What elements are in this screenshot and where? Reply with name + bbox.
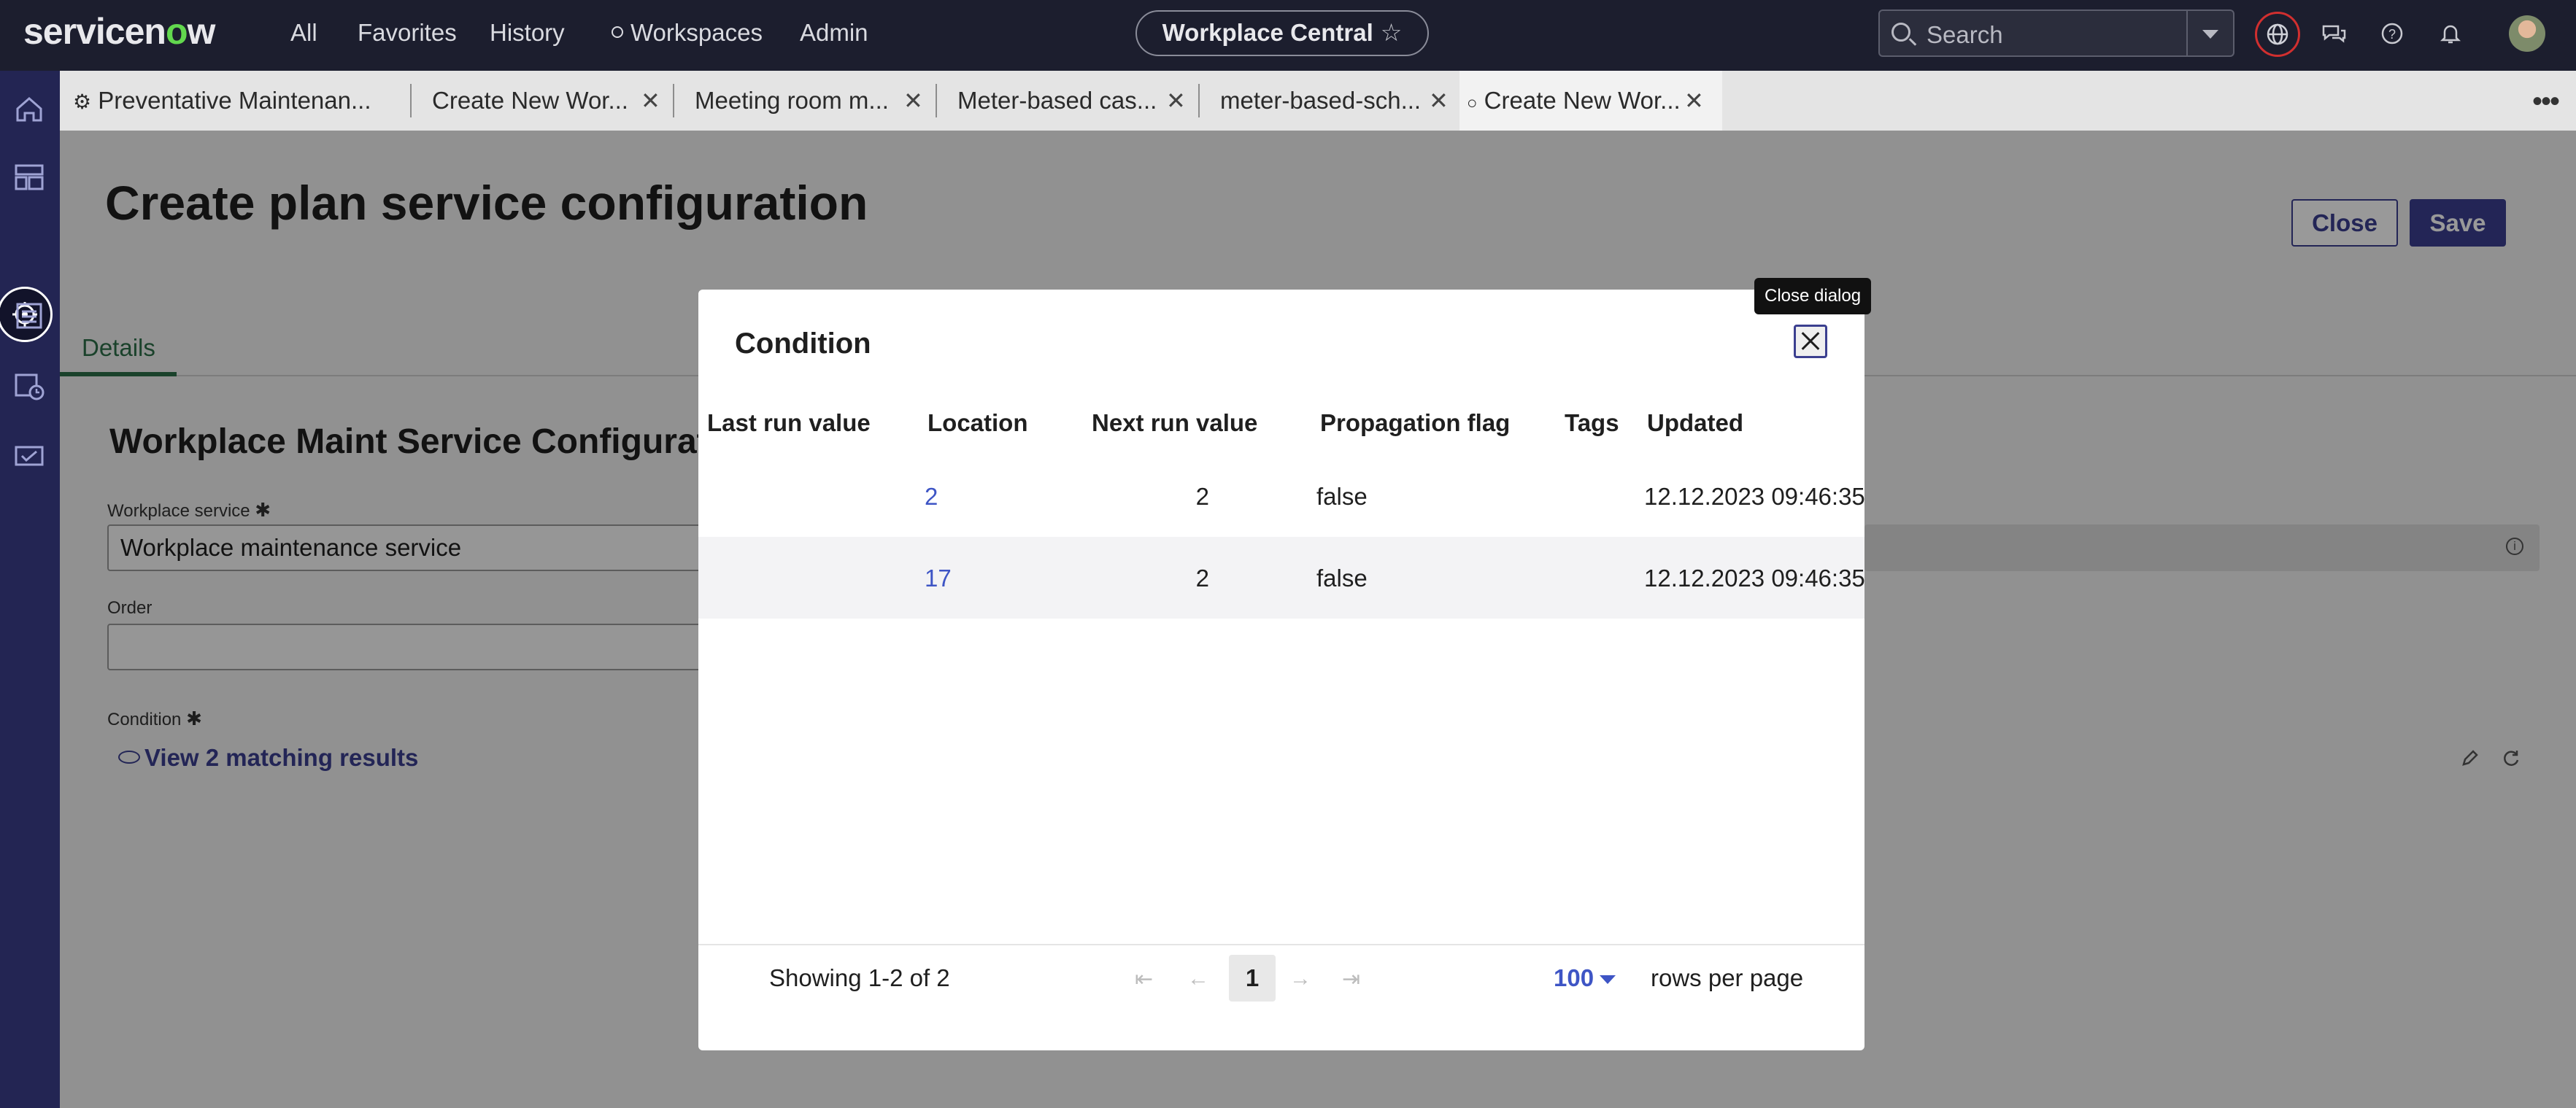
close-icon[interactable]: ✕ — [1429, 71, 1449, 131]
col-header-propagation-flag[interactable]: Propagation flag — [1320, 409, 1510, 437]
tab-meeting-room[interactable]: Meeting room m... ✕ — [695, 71, 943, 131]
first-page-icon[interactable]: ⇤ — [1135, 966, 1153, 992]
col-header-last-run-value[interactable]: Last run value — [707, 409, 871, 437]
tab-label: Meter-based cas... — [957, 87, 1157, 114]
col-header-next-run-value[interactable]: Next run value — [1092, 409, 1257, 437]
left-rail — [0, 71, 60, 1108]
dialog-title: Condition — [735, 328, 871, 360]
rows-per-page-label: rows per page — [1651, 964, 1804, 991]
home-icon[interactable] — [10, 90, 48, 128]
close-icon[interactable]: ✕ — [641, 71, 660, 131]
svg-text:?: ? — [2388, 27, 2396, 42]
close-icon[interactable]: ✕ — [1684, 71, 1704, 131]
close-dialog-tooltip: Close dialog — [1754, 278, 1872, 314]
tab-meter-based-case[interactable]: Meter-based cas... ✕ — [957, 71, 1206, 131]
tab-divider — [673, 84, 674, 117]
cell-location-link[interactable]: 17 — [925, 565, 952, 592]
chevron-down-icon[interactable] — [1600, 975, 1616, 984]
cell-propagation-flag: false — [1316, 565, 1368, 592]
search-scope-chevron-down-icon[interactable] — [2202, 30, 2218, 39]
tab-label: meter-based-sch... — [1220, 87, 1422, 114]
page-number-current[interactable]: 1 — [1229, 955, 1276, 1002]
tab-divider — [410, 84, 412, 117]
condition-dialog: Condition Last run value Location Next r… — [698, 290, 1864, 1050]
next-page-icon[interactable]: → — [1289, 966, 1311, 991]
chat-icon[interactable] — [2316, 16, 2351, 51]
table-row: 17 2 false 12.12.2023 09:46:35 — [698, 537, 1864, 619]
globe-icon[interactable] — [2255, 12, 2300, 57]
nav-workspaces[interactable]: Workspaces — [612, 19, 763, 47]
tab-divider — [1198, 84, 1200, 117]
star-icon[interactable]: ☆ — [1381, 12, 1403, 54]
tab-create-new-work-1[interactable]: Create New Wor... ✕ — [432, 71, 680, 131]
search-input[interactable]: Search — [1927, 21, 2003, 49]
search-icon — [1891, 23, 1910, 42]
user-avatar[interactable] — [2509, 15, 2545, 52]
cell-next-run-value: 2 — [1195, 565, 1209, 592]
workspace-dot-icon — [612, 26, 623, 39]
list-icon[interactable] — [10, 297, 48, 335]
tab-label: Create New Wor... — [1484, 87, 1681, 114]
col-header-updated[interactable]: Updated — [1647, 409, 1743, 437]
col-header-location[interactable]: Location — [928, 409, 1028, 437]
cell-location-link[interactable]: 2 — [925, 483, 938, 511]
close-icon[interactable]: ✕ — [1166, 71, 1186, 131]
tab-divider — [936, 84, 937, 117]
search-divider — [2186, 11, 2188, 55]
table-row: 2 2 false 12.12.2023 09:46:35 — [698, 455, 1864, 537]
nav-favorites[interactable]: Favorites — [358, 19, 457, 47]
showing-count: Showing 1-2 of 2 — [769, 964, 950, 991]
global-search[interactable]: Search — [1878, 9, 2234, 57]
nav-admin[interactable]: Admin — [800, 19, 868, 47]
help-icon[interactable]: ? — [2375, 16, 2410, 51]
workspace-pill-label: Workplace Central — [1162, 19, 1373, 46]
top-nav: servicenow All Favorites History Workspa… — [0, 0, 2576, 71]
calendar-clock-icon[interactable] — [10, 366, 48, 404]
col-header-tags[interactable]: Tags — [1565, 409, 1619, 437]
tab-label: Create New Wor... — [432, 87, 628, 114]
more-tabs-icon[interactable]: ••• — [2532, 85, 2560, 118]
rows-per-page-select[interactable]: 100 — [1554, 964, 1594, 992]
tab-create-new-work-active[interactable]: ○ Create New Wor... ✕ — [1459, 71, 1722, 131]
tab-strip: ⚙ Preventative Maintenan... Create New W… — [60, 71, 2576, 131]
inbox-check-icon[interactable] — [10, 435, 48, 473]
nav-all[interactable]: All — [290, 19, 317, 47]
servicenow-logo[interactable]: servicenow — [23, 10, 215, 53]
cell-updated: 12.12.2023 09:46:35 — [1644, 483, 1864, 510]
bell-icon[interactable] — [2433, 16, 2468, 51]
nav-history[interactable]: History — [490, 19, 565, 47]
dialog-footer-divider — [698, 944, 1864, 945]
cell-next-run-value: 2 — [1195, 483, 1209, 510]
tab-label: Meeting room m... — [695, 87, 889, 114]
tab-preventative-maintenance[interactable]: ⚙ Preventative Maintenan... — [73, 71, 409, 131]
tab-status-dot-icon: ○ — [1467, 93, 1478, 113]
close-icon[interactable]: ✕ — [903, 71, 923, 131]
tab-label: Preventative Maintenan... — [98, 87, 371, 114]
tab-workspace-icon: ⚙ — [73, 90, 92, 113]
dashboard-icon[interactable] — [10, 158, 48, 196]
close-dialog-button[interactable] — [1794, 325, 1827, 358]
nav-workspaces-label: Workspaces — [630, 19, 763, 46]
cell-propagation-flag: false — [1316, 483, 1368, 510]
tab-meter-based-schedule[interactable]: meter-based-sch... ✕ — [1220, 71, 1468, 131]
previous-page-icon[interactable]: ← — [1187, 966, 1209, 991]
workspace-pill[interactable]: Workplace Central ☆ — [1135, 10, 1429, 56]
last-page-icon[interactable]: ⇥ — [1342, 966, 1360, 992]
cell-updated: 12.12.2023 09:46:35 — [1644, 565, 1864, 592]
